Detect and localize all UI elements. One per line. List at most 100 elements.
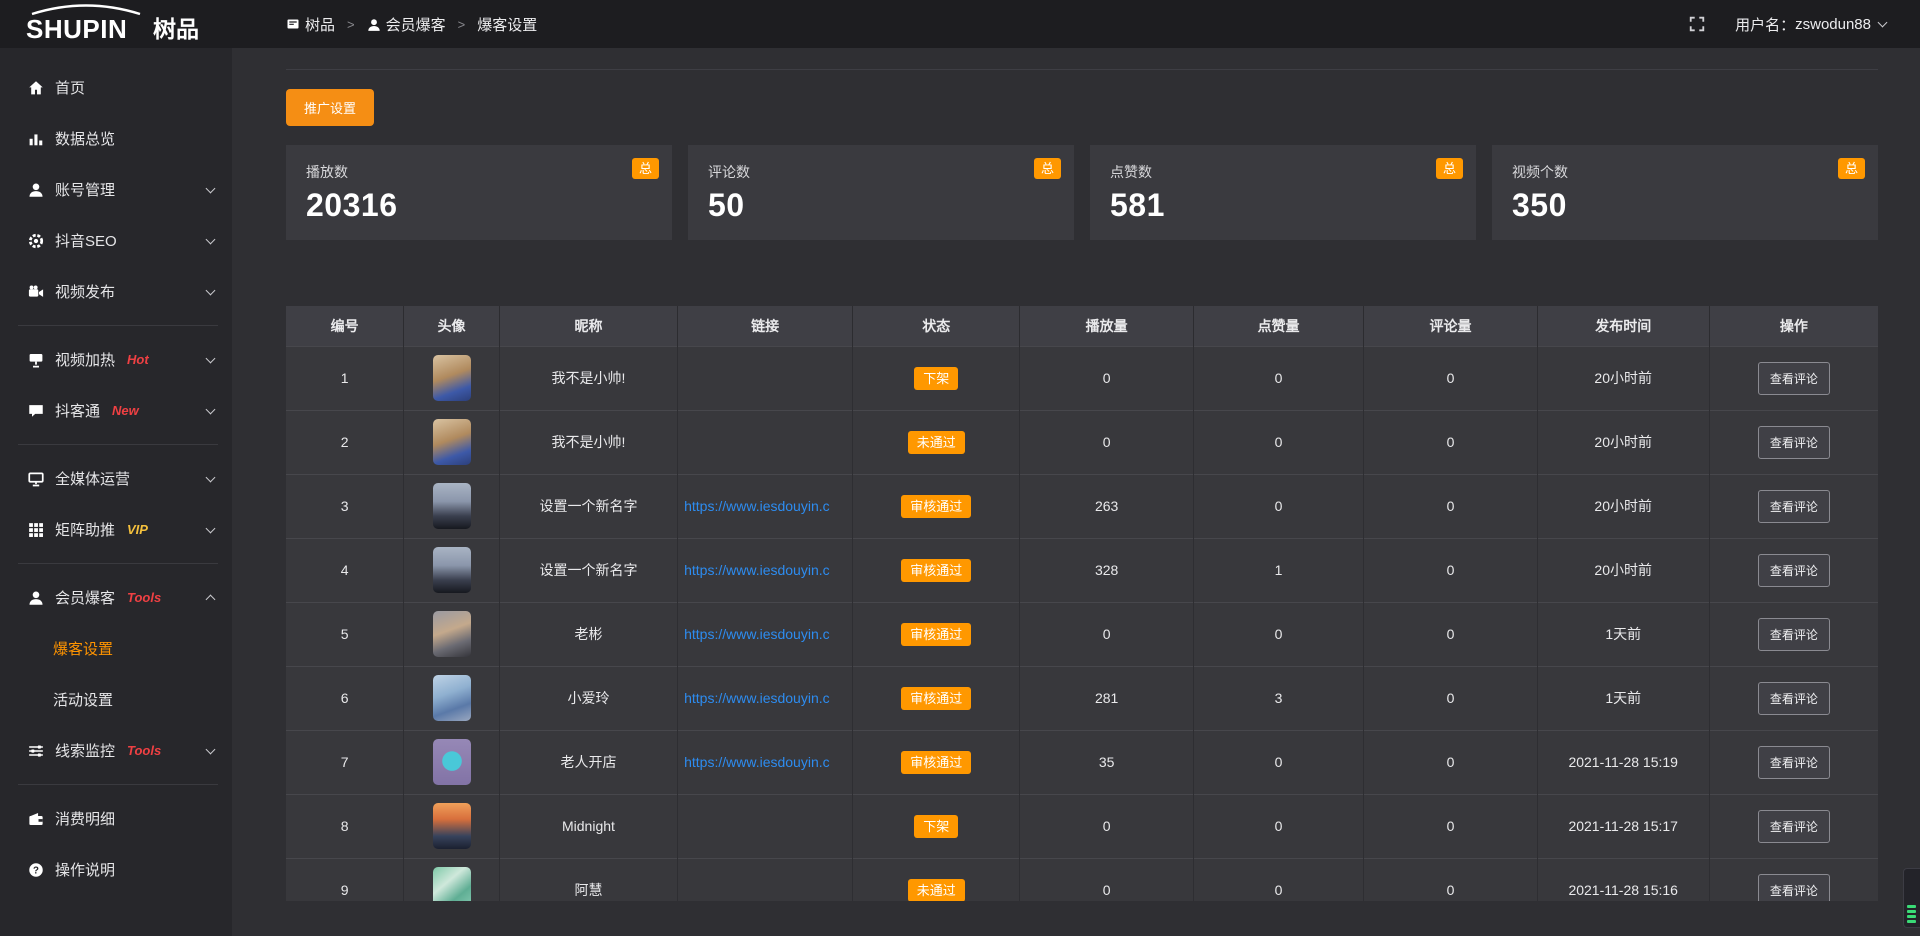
sidebar-item-账号管理[interactable]: 账号管理 xyxy=(0,164,232,215)
username-label: 用户名： xyxy=(1735,14,1795,35)
video-link[interactable]: https://www.iesdouyin.c xyxy=(684,626,830,642)
sidebar-item-视频加热[interactable]: 视频加热Hot xyxy=(0,334,232,385)
sidebar-item-视频发布[interactable]: 视频发布 xyxy=(0,266,232,317)
video-link[interactable]: https://www.iesdouyin.c xyxy=(684,498,830,514)
view-comments-button[interactable]: 查看评论 xyxy=(1758,618,1830,651)
fullscreen-icon[interactable] xyxy=(1689,16,1705,32)
sidebar-item-数据总览[interactable]: 数据总览 xyxy=(0,113,232,164)
breadcrumb-item-爆客设置[interactable]: 爆客设置 xyxy=(477,14,537,35)
view-comments-button[interactable]: 查看评论 xyxy=(1758,682,1830,715)
sidebar-item-首页[interactable]: 首页 xyxy=(0,62,232,113)
total-badge: 总 xyxy=(1838,158,1865,179)
sidebar-item-矩阵助推[interactable]: 矩阵助推VIP xyxy=(0,504,232,555)
chevron-down-icon xyxy=(1878,18,1888,28)
column-header-链接: 链接 xyxy=(678,306,853,346)
cell-action: 查看评论 xyxy=(1709,858,1878,901)
sidebar-item-消费明细[interactable]: 消费明细 xyxy=(0,793,232,844)
videos-table-wrap: 编号头像昵称链接状态播放量点赞量评论量发布时间操作 1我不是小帅!下架00020… xyxy=(286,306,1878,901)
video-link[interactable]: https://www.iesdouyin.c xyxy=(684,690,830,706)
video-link[interactable]: https://www.iesdouyin.c xyxy=(684,562,830,578)
cell-avatar xyxy=(404,602,500,666)
video-link[interactable]: https://www.iesdouyin.c xyxy=(684,754,830,770)
view-comments-button[interactable]: 查看评论 xyxy=(1758,874,1830,902)
breadcrumb-item-会员爆客[interactable]: 会员爆客 xyxy=(367,14,446,35)
cell-comments: 0 xyxy=(1364,794,1538,858)
cell-comments: 0 xyxy=(1364,602,1538,666)
cell-status: 审核通过 xyxy=(853,602,1020,666)
sidebar-item-抖音SEO[interactable]: 抖音SEO xyxy=(0,215,232,266)
heat-icon xyxy=(28,352,44,368)
cell-likes: 0 xyxy=(1193,474,1363,538)
sidebar-item-label: 全媒体运营 xyxy=(55,468,130,489)
status-badge[interactable]: 未通过 xyxy=(908,431,965,454)
view-comments-button[interactable]: 查看评论 xyxy=(1758,810,1830,843)
topbar-right: 用户名： zswodun88 xyxy=(1689,14,1920,35)
status-badge[interactable]: 审核通过 xyxy=(901,559,971,582)
stat-card-点赞数: 点赞数581总 xyxy=(1090,145,1476,240)
view-comments-button[interactable]: 查看评论 xyxy=(1758,746,1830,779)
logo[interactable]: SHUPIN 树品 xyxy=(0,0,232,48)
cell-time: 20小时前 xyxy=(1537,410,1709,474)
sidebar-item-全媒体运营[interactable]: 全媒体运营 xyxy=(0,453,232,504)
sidebar-item-会员爆客[interactable]: 会员爆客Tools xyxy=(0,572,232,623)
breadcrumb-separator: > xyxy=(458,17,466,32)
table-row: 8Midnight下架0002021-11-28 15:17查看评论 xyxy=(286,794,1878,858)
cell-nickname: 我不是小帅! xyxy=(499,410,677,474)
chevron-down-icon xyxy=(206,183,216,193)
sidebar-divider xyxy=(0,436,232,453)
status-badge[interactable]: 未通过 xyxy=(908,879,965,902)
user-icon xyxy=(28,590,44,606)
status-badge[interactable]: 下架 xyxy=(914,815,958,838)
cell-nickname: 小爱玲 xyxy=(499,666,677,730)
column-header-头像: 头像 xyxy=(404,306,500,346)
status-badge[interactable]: 审核通过 xyxy=(901,687,971,710)
cell-plays: 0 xyxy=(1020,858,1194,901)
user-menu[interactable]: 用户名： zswodun88 xyxy=(1735,14,1886,35)
avatar xyxy=(433,803,471,849)
widget-segment xyxy=(1907,915,1916,918)
cell-nickname: 老人开店 xyxy=(499,730,677,794)
stat-value: 20316 xyxy=(306,187,656,224)
view-comments-button[interactable]: 查看评论 xyxy=(1758,426,1830,459)
total-badge: 总 xyxy=(1034,158,1061,179)
avatar xyxy=(433,675,471,721)
view-comments-button[interactable]: 查看评论 xyxy=(1758,490,1830,523)
sidebar: 首页数据总览账号管理抖音SEO视频发布视频加热Hot抖客通New 全媒体运营矩阵助… xyxy=(0,48,232,936)
breadcrumb-item-树品[interactable]: 树品 xyxy=(286,14,335,35)
promo-settings-button[interactable]: 推广设置 xyxy=(286,89,374,126)
sidebar-menu: 首页数据总览账号管理抖音SEO视频发布视频加热Hot抖客通New 全媒体运营矩阵助… xyxy=(0,62,232,895)
cell-action: 查看评论 xyxy=(1709,538,1878,602)
breadcrumb-label: 树品 xyxy=(305,14,335,35)
sidebar-item-线索监控[interactable]: 线索监控Tools xyxy=(0,725,232,776)
sidebar-item-抖客通[interactable]: 抖客通New xyxy=(0,385,232,436)
column-header-操作: 操作 xyxy=(1709,306,1878,346)
status-badge[interactable]: 审核通过 xyxy=(901,623,971,646)
cell-action: 查看评论 xyxy=(1709,794,1878,858)
cell-plays: 0 xyxy=(1020,410,1194,474)
chevron-down-icon xyxy=(206,353,216,363)
status-badge[interactable]: 审核通过 xyxy=(901,495,971,518)
sidebar-divider xyxy=(0,317,232,334)
svg-text:?: ? xyxy=(33,865,39,876)
floating-widget[interactable] xyxy=(1903,868,1920,928)
sidebar-item-爆客设置[interactable]: 爆客设置 xyxy=(0,623,232,674)
cell-action: 查看评论 xyxy=(1709,474,1878,538)
sidebar-item-tag: VIP xyxy=(127,522,148,537)
cell-avatar xyxy=(404,794,500,858)
sidebar-item-tag: Hot xyxy=(127,352,149,367)
wallet-icon xyxy=(28,811,44,827)
view-comments-button[interactable]: 查看评论 xyxy=(1758,554,1830,587)
status-badge[interactable]: 下架 xyxy=(914,367,958,390)
status-badge[interactable]: 审核通过 xyxy=(901,751,971,774)
breadcrumb: 树品>会员爆客>爆客设置 xyxy=(286,14,537,35)
column-header-编号: 编号 xyxy=(286,306,404,346)
sidebar-item-活动设置[interactable]: 活动设置 xyxy=(0,674,232,725)
sidebar-item-label: 数据总览 xyxy=(55,128,115,149)
cell-plays: 263 xyxy=(1020,474,1194,538)
cell-comments: 0 xyxy=(1364,346,1538,410)
view-comments-button[interactable]: 查看评论 xyxy=(1758,362,1830,395)
sidebar-item-label: 操作说明 xyxy=(55,859,115,880)
sidebar-item-操作说明[interactable]: ? 操作说明 xyxy=(0,844,232,895)
sidebar-item-label: 爆客设置 xyxy=(53,638,113,659)
stat-label: 评论数 xyxy=(708,162,1058,182)
